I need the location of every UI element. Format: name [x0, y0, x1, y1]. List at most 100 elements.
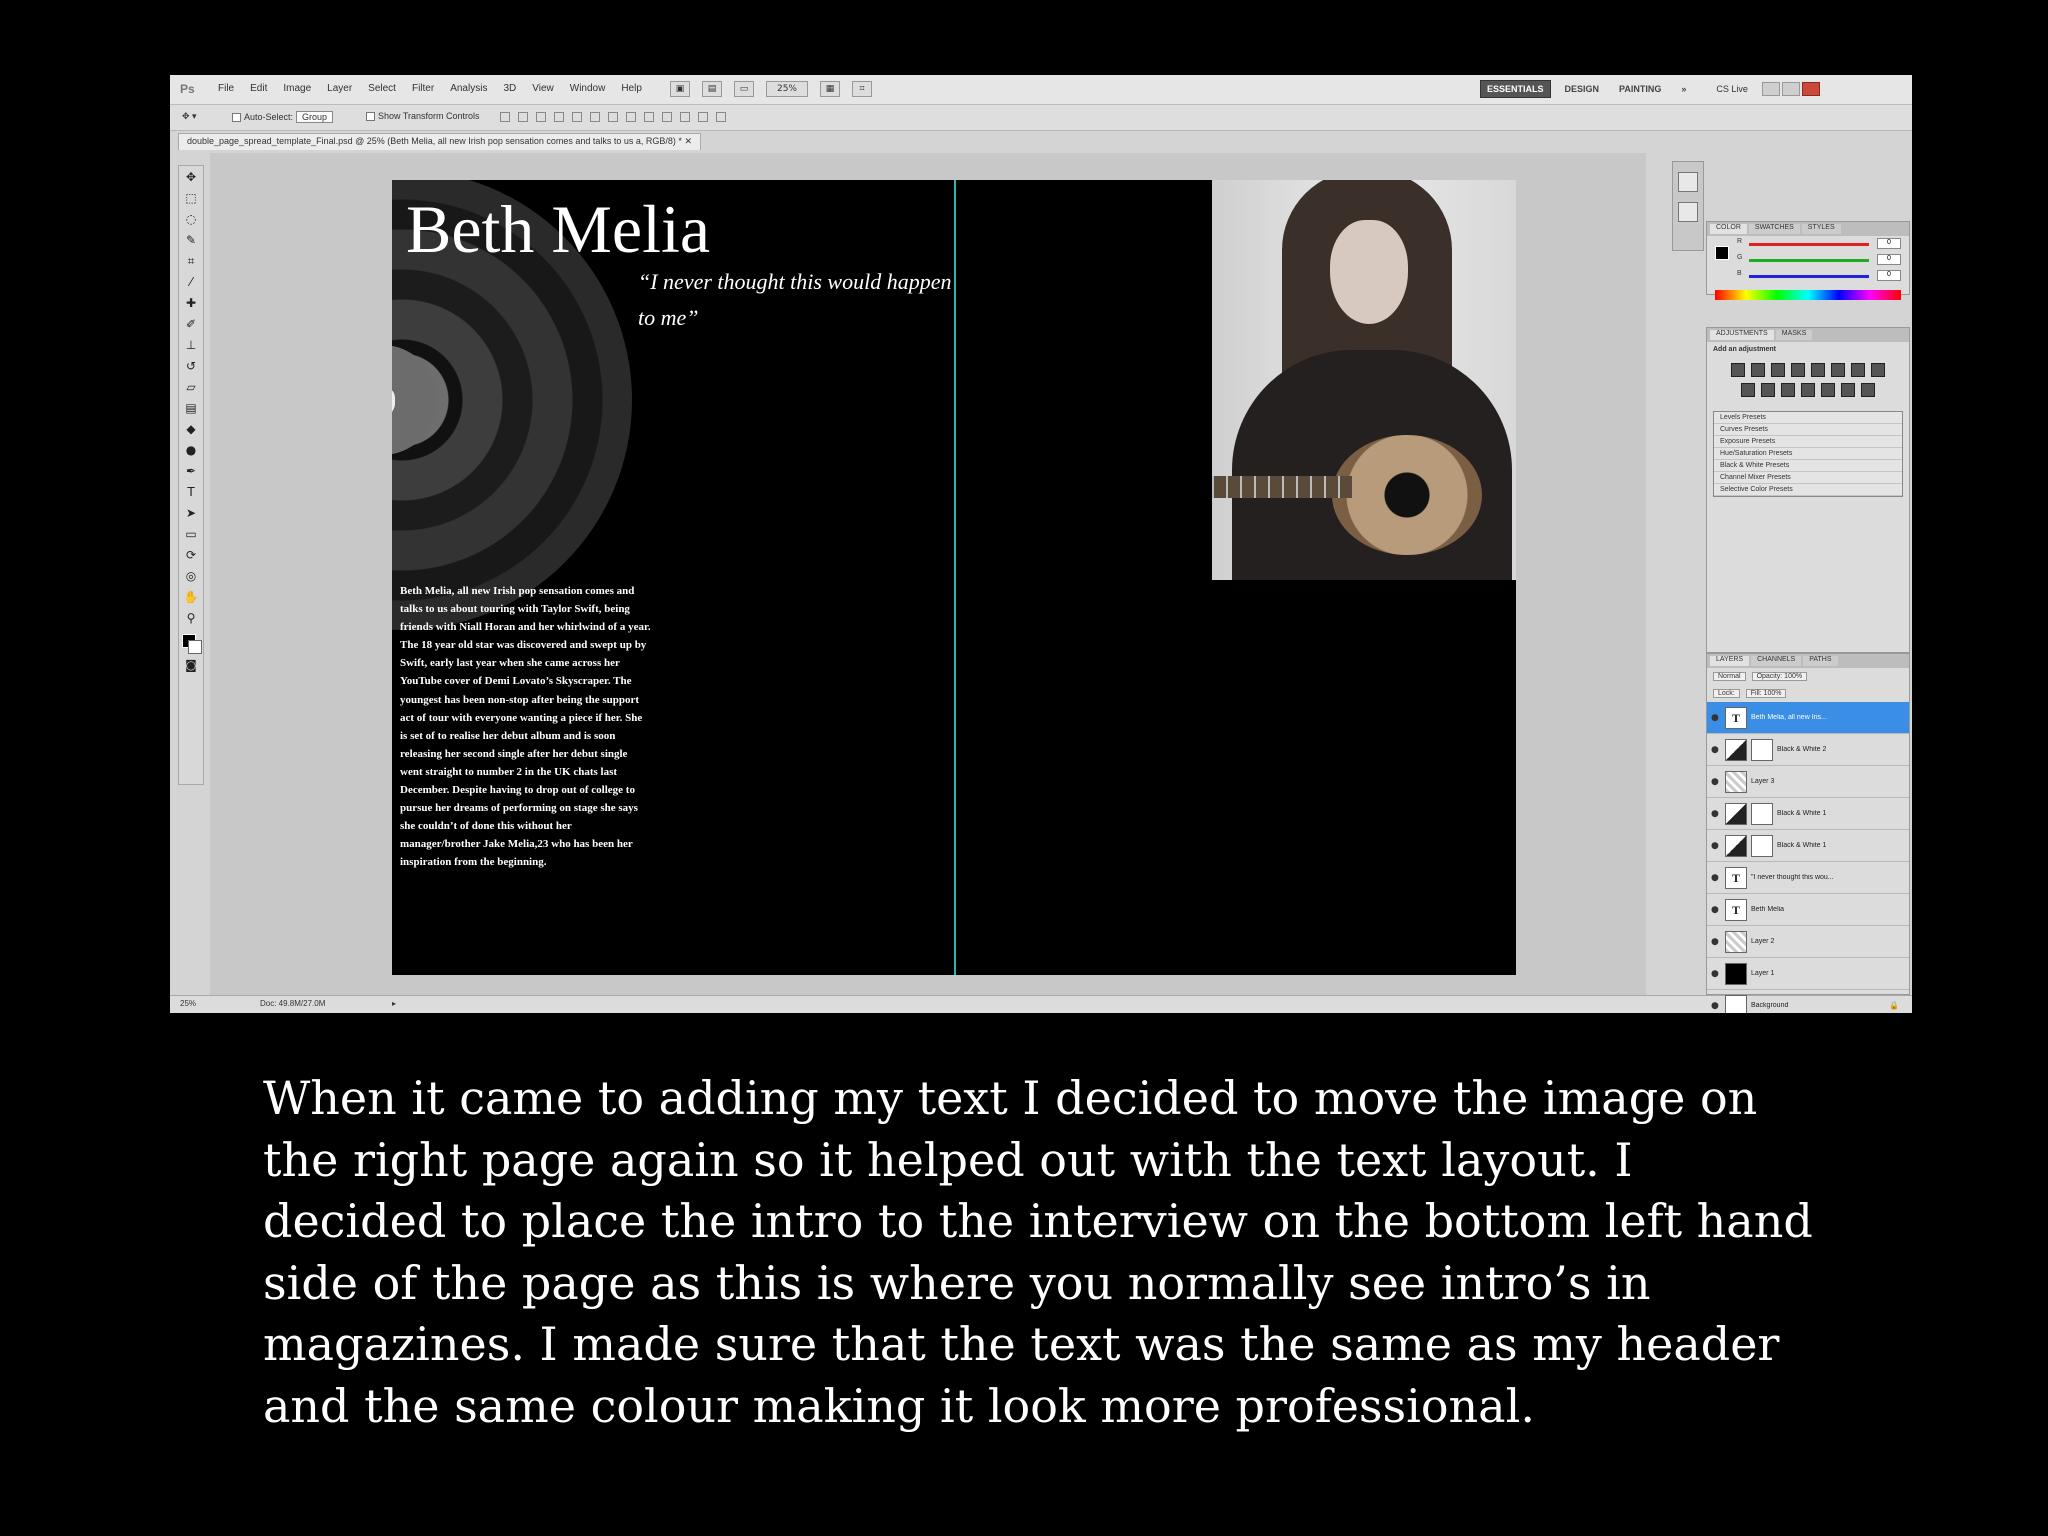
eye-icon[interactable]: ● [1711, 777, 1721, 787]
menu-image[interactable]: Image [283, 83, 311, 94]
red-value-field[interactable]: 0 [1877, 238, 1901, 249]
blur-tool-icon[interactable]: ◆ [181, 420, 201, 439]
eye-icon[interactable]: ● [1711, 873, 1721, 883]
curves-icon[interactable] [1771, 363, 1785, 377]
preset-hue-saturation[interactable]: Hue/Saturation Presets [1714, 448, 1902, 460]
menu-view[interactable]: View [532, 83, 554, 94]
photo-filter-icon[interactable] [1741, 383, 1755, 397]
color-balance-icon[interactable] [1851, 363, 1865, 377]
threshold-icon[interactable] [1821, 383, 1835, 397]
invert-icon[interactable] [1781, 383, 1795, 397]
crop-tool-icon[interactable]: ⌗ [181, 252, 201, 271]
menu-analysis[interactable]: Analysis [450, 83, 487, 94]
menu-select[interactable]: Select [368, 83, 396, 94]
preset-selective-color[interactable]: Selective Color Presets [1714, 484, 1902, 496]
tab-channels[interactable]: CHANNELS [1751, 656, 1802, 666]
background-color-swatch[interactable] [188, 640, 202, 654]
blue-value-field[interactable]: 0 [1877, 270, 1901, 281]
arrange-documents-button[interactable]: ▦ [820, 81, 840, 97]
preset-black-white[interactable]: Black & White Presets [1714, 460, 1902, 472]
menu-3d[interactable]: 3D [503, 83, 516, 94]
actions-panel-icon[interactable] [1678, 202, 1698, 222]
levels-icon[interactable] [1751, 363, 1765, 377]
eye-icon[interactable]: ● [1711, 1001, 1721, 1011]
layer-row[interactable]: ● T Beth Melia [1707, 894, 1909, 926]
green-value-field[interactable]: 0 [1877, 254, 1901, 265]
distribute-right-icon[interactable] [698, 112, 708, 122]
eye-icon[interactable]: ● [1711, 713, 1721, 723]
align-bottom-icon[interactable] [536, 112, 546, 122]
tab-styles[interactable]: STYLES [1801, 224, 1841, 234]
selective-color-icon[interactable] [1861, 383, 1875, 397]
align-middle-icon[interactable] [518, 112, 528, 122]
tab-swatches[interactable]: SWATCHES [1748, 224, 1800, 234]
tab-layers[interactable]: LAYERS [1710, 656, 1750, 666]
red-channel-slider[interactable]: R 0 [1737, 238, 1909, 252]
blue-slider-track[interactable] [1749, 275, 1869, 278]
foreground-color-chip[interactable] [1715, 246, 1729, 260]
hue-saturation-icon[interactable] [1831, 363, 1845, 377]
eye-icon[interactable]: ● [1711, 745, 1721, 755]
marquee-tool-icon[interactable]: ⬚ [181, 189, 201, 208]
menu-file[interactable]: File [218, 83, 234, 94]
zoom-tool-icon[interactable]: ⚲ [181, 609, 201, 628]
brush-tool-icon[interactable]: ✐ [181, 315, 201, 334]
workspace-painting[interactable]: PAINTING [1613, 81, 1667, 97]
align-left-icon[interactable] [554, 112, 564, 122]
green-slider-track[interactable] [1749, 259, 1869, 262]
blue-channel-slider[interactable]: B 0 [1737, 270, 1909, 284]
history-brush-tool-icon[interactable]: ↺ [181, 357, 201, 376]
document-canvas[interactable]: Beth Melia “I never thought this would h… [210, 153, 1646, 995]
more-workspaces-button[interactable]: » [1675, 81, 1692, 97]
zoom-level-select[interactable]: 25% [766, 81, 808, 97]
align-center-icon[interactable] [572, 112, 582, 122]
layer-row[interactable]: ● Background 🔒 [1707, 990, 1909, 1013]
layer-row[interactable]: ● T Beth Melia, all new Iris... [1707, 702, 1909, 734]
dodge-tool-icon[interactable]: ● [181, 441, 201, 460]
fill-field[interactable]: Fill: 100% [1745, 689, 1787, 698]
quick-select-tool-icon[interactable]: ✎ [181, 231, 201, 250]
launch-mini-bridge-button[interactable]: ▤ [702, 81, 722, 97]
eraser-tool-icon[interactable]: ▱ [181, 378, 201, 397]
move-tool-icon[interactable]: ✥ [181, 168, 201, 187]
healing-brush-tool-icon[interactable]: ✚ [181, 294, 201, 313]
clone-stamp-tool-icon[interactable]: ⊥ [181, 336, 201, 355]
distribute-left-icon[interactable] [662, 112, 672, 122]
eye-icon[interactable]: ● [1711, 841, 1721, 851]
align-top-icon[interactable] [500, 112, 510, 122]
status-menu-arrow-icon[interactable]: ▸ [392, 999, 396, 1008]
menu-filter[interactable]: Filter [412, 83, 434, 94]
path-selection-tool-icon[interactable]: ➤ [181, 504, 201, 523]
exposure-icon[interactable] [1791, 363, 1805, 377]
eyedropper-tool-icon[interactable]: ⁄ [181, 273, 201, 292]
preset-curves[interactable]: Curves Presets [1714, 424, 1902, 436]
channel-mixer-icon[interactable] [1761, 383, 1775, 397]
view-extras-button[interactable]: ▭ [734, 81, 754, 97]
menu-edit[interactable]: Edit [250, 83, 267, 94]
brightness-contrast-icon[interactable] [1731, 363, 1745, 377]
auto-select-checkbox[interactable]: Auto-Select: Group [232, 111, 334, 123]
red-slider-track[interactable] [1749, 243, 1869, 246]
workspace-design[interactable]: DESIGN [1559, 81, 1606, 97]
hand-tool-icon[interactable]: ✋ [181, 588, 201, 607]
menu-help[interactable]: Help [621, 83, 642, 94]
pen-tool-icon[interactable]: ✒ [181, 462, 201, 481]
status-zoom[interactable]: 25% [180, 999, 196, 1008]
eye-icon[interactable]: ● [1711, 809, 1721, 819]
3d-orbit-tool-icon[interactable]: ◎ [181, 567, 201, 586]
screen-mode-button[interactable]: ⌗ [852, 81, 872, 97]
shape-tool-icon[interactable]: ▭ [181, 525, 201, 544]
tab-masks[interactable]: MASKS [1775, 330, 1813, 340]
layer-row[interactable]: ● Black & White 2 [1707, 734, 1909, 766]
history-panel-icon[interactable] [1678, 172, 1698, 192]
distribute-top-icon[interactable] [608, 112, 618, 122]
align-right-icon[interactable] [590, 112, 600, 122]
lasso-tool-icon[interactable]: ◌ [181, 210, 201, 229]
preset-exposure[interactable]: Exposure Presets [1714, 436, 1902, 448]
3d-rotate-tool-icon[interactable]: ⟳ [181, 546, 201, 565]
launch-bridge-button[interactable]: ▣ [670, 81, 690, 97]
maximize-icon[interactable] [1781, 82, 1800, 96]
layer-row[interactable]: ● T "I never thought this wou... [1707, 862, 1909, 894]
cs-live-button[interactable]: CS Live [1716, 84, 1748, 94]
distribute-middle-icon[interactable] [626, 112, 636, 122]
